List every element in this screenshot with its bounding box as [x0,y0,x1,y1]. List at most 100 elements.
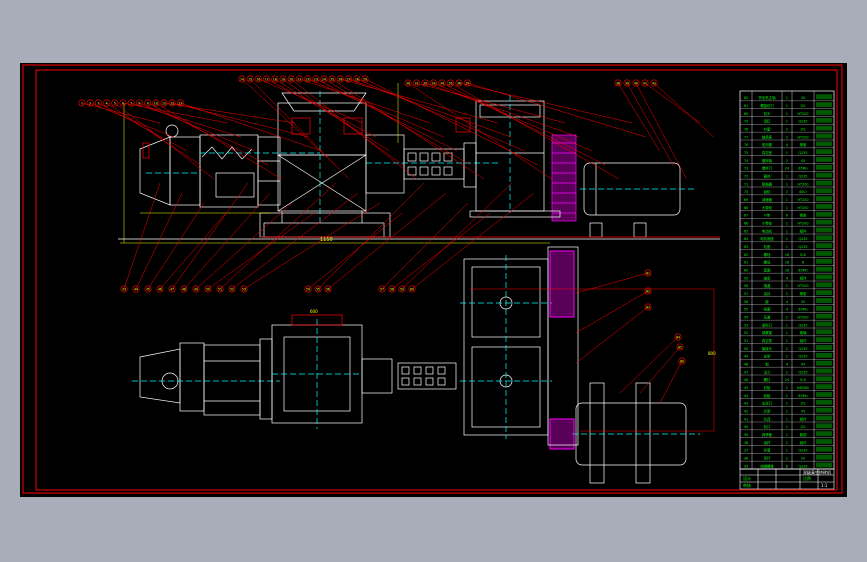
callout-65: 65 [639,343,684,394]
svg-text:组件: 组件 [800,338,807,343]
svg-text:2: 2 [89,101,91,105]
callout-31: 31 [412,79,566,124]
svg-text:45: 45 [744,386,748,390]
svg-text:14: 14 [240,77,244,81]
svg-text:螺旋绞刀: 螺旋绞刀 [760,103,774,108]
svg-text:37: 37 [744,449,748,453]
svg-text:压盖: 压盖 [764,315,771,320]
svg-text:44: 44 [134,287,138,291]
svg-text:55: 55 [316,287,320,291]
svg-text:72: 72 [744,175,748,179]
svg-text:16: 16 [256,77,260,81]
bearing-housing [365,134,500,194]
svg-text:19: 19 [281,77,285,81]
dim-side-height: 800 [708,351,716,356]
svg-text:1: 1 [786,229,788,233]
svg-text:22: 22 [306,77,310,81]
svg-text:37: 37 [465,81,469,85]
callout-40: 40 [632,79,687,180]
side-elevation-view [118,91,720,240]
callout-58: 58 [388,212,491,293]
bom-row: 54 压盖 2 HT200 [740,313,834,321]
svg-text:51: 51 [744,339,748,343]
svg-text:77: 77 [744,135,748,139]
bom-row: 65 电动机 1 组件 [740,227,834,235]
plan-gearbox [460,255,552,439]
callout-45: 45 [144,202,205,293]
svg-text:联轴器: 联轴器 [762,181,773,186]
svg-text:30: 30 [406,81,410,85]
svg-text:67: 67 [744,214,748,218]
svg-text:2: 2 [786,292,788,296]
svg-text:52: 52 [744,331,748,335]
svg-text:65: 65 [678,345,682,349]
svg-text:24: 24 [322,77,326,81]
svg-text:62: 62 [744,253,748,257]
svg-text:49: 49 [194,287,198,291]
svg-text:1: 1 [786,449,788,453]
cad-drawing-svg: 1150 800 600 1 2 3 4 5 6 7 8 9 10 11 12 … [22,64,843,494]
svg-text:26: 26 [338,77,342,81]
cad-viewport[interactable]: 1150 800 600 1 2 3 4 5 6 7 8 9 10 11 12 … [0,0,867,562]
svg-text:1: 1 [786,339,788,343]
svg-text:43: 43 [122,287,126,291]
callout-62: 62 [575,287,652,334]
bom-row: 35 地脚螺栓 8 Q235 [740,462,834,470]
svg-text:2: 2 [786,370,788,374]
title-block-designer: 设计 [743,475,751,481]
bom-row: 82 挤出机主轴 1 45 [740,94,834,101]
callout-59: 59 [398,182,513,293]
svg-text:1: 1 [786,96,788,100]
svg-text:组件: 组件 [800,440,807,445]
svg-text:4: 4 [786,143,788,147]
svg-text:1: 1 [786,433,788,437]
svg-text:垫圈: 垫圈 [764,268,771,273]
svg-text:搅拌刀: 搅拌刀 [762,166,773,171]
svg-text:2: 2 [786,457,788,461]
svg-text:1: 1 [786,323,788,327]
svg-text:8: 8 [786,464,788,468]
svg-text:大带轮: 大带轮 [762,205,773,210]
callout-57: 57 [378,202,469,293]
svg-text:29: 29 [363,77,367,81]
bom-row: 50 管接头 2 Q235 [740,345,834,352]
bom-row: 58 端盖 2 HT200 [740,282,834,289]
bom-row: 81 螺旋绞刀 1 ZG [740,102,834,109]
svg-text:35: 35 [744,464,748,468]
bom-row: 61 螺母 16 8 [740,258,834,266]
svg-text:73: 73 [744,167,748,171]
callout-35: 35 [446,79,620,180]
svg-text:V带: V带 [764,213,770,218]
bom-row: 45 衬板 2 NM360 [740,384,834,391]
bom-row: 53 进料口 1 Q235 [740,321,834,329]
svg-text:4: 4 [786,300,788,304]
bom-row: 51 真空表 1 组件 [740,337,834,344]
side-motor [580,162,696,238]
svg-text:HT200: HT200 [797,112,808,116]
svg-text:60: 60 [410,287,414,291]
drawing-sheet[interactable]: 1150 800 600 1 2 3 4 5 6 7 8 9 10 11 12 … [20,63,847,497]
svg-text:35: 35 [448,81,452,85]
callout-66: 66 [659,357,686,404]
svg-text:58: 58 [744,284,748,288]
callout-44: 44 [132,192,183,293]
svg-text:衬套: 衬套 [764,127,771,132]
svg-text:1: 1 [81,101,83,105]
callout-51: 51 [216,182,337,293]
bom-row: 38 油杯 2 组件 [740,439,834,446]
svg-text:41: 41 [643,81,647,85]
svg-text:39: 39 [744,433,748,437]
svg-text:1: 1 [786,425,788,429]
svg-text:油杯: 油杯 [764,440,771,445]
svg-text:机头: 机头 [764,111,771,116]
svg-text:HT200: HT200 [797,182,808,186]
svg-text:地脚螺栓: 地脚螺栓 [760,463,774,468]
callout-28: 28 [353,75,525,152]
bom-row: 66 小带轮 1 HT200 [740,219,834,227]
svg-text:65Mn: 65Mn [798,167,807,171]
svg-text:36: 36 [744,457,748,461]
svg-text:16: 16 [785,253,789,257]
svg-text:Q235: Q235 [798,347,807,351]
svg-text:45: 45 [801,410,805,414]
svg-text:5: 5 [114,101,116,105]
